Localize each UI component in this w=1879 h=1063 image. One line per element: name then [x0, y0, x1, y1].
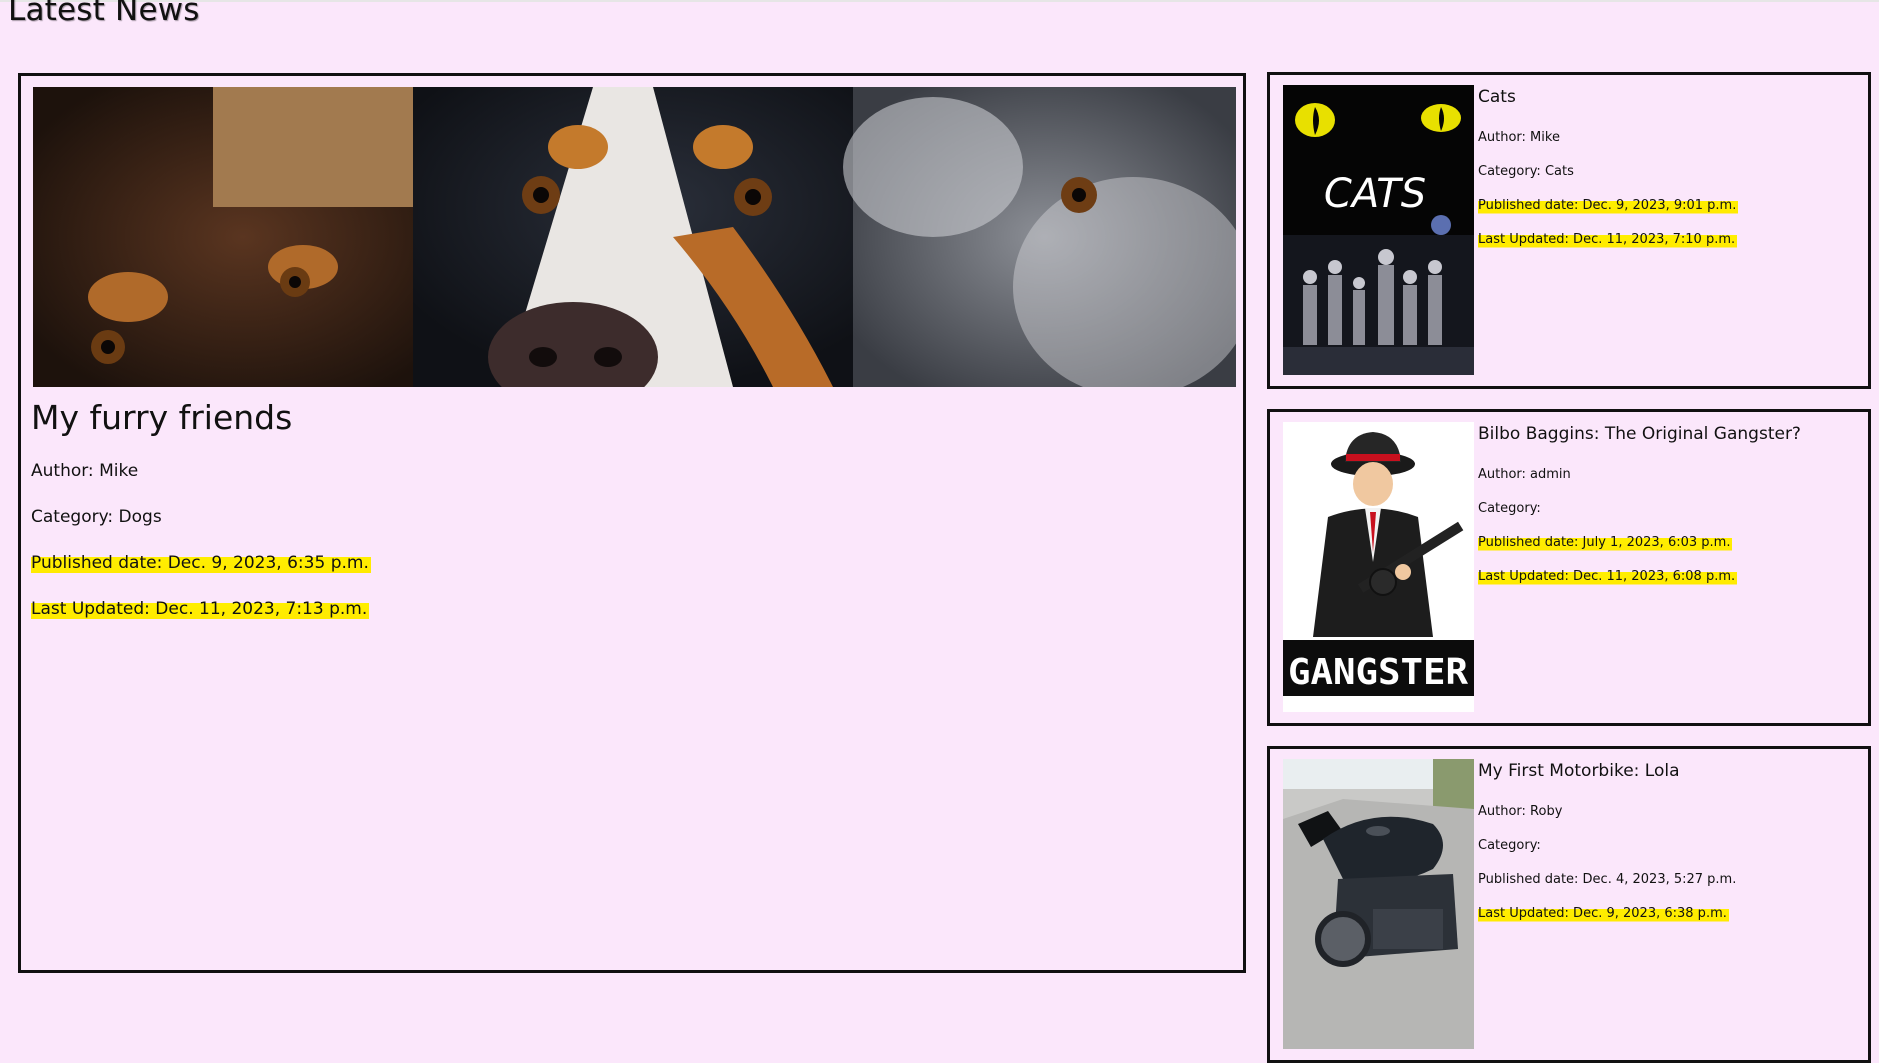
card-thumbnail[interactable]: GANGSTER	[1283, 422, 1474, 712]
card-category: Category:	[1478, 838, 1541, 853]
card-category: Category: Cats	[1478, 164, 1574, 179]
featured-category: Category: Dogs	[31, 507, 162, 527]
cats-poster-icon: CATS	[1283, 85, 1474, 375]
card-title[interactable]: Cats	[1478, 87, 1516, 107]
article-card-cats[interactable]: CATS Cats Author: Mike Category: Cats Pu…	[1267, 72, 1871, 389]
dogs-photo-icon	[33, 87, 1236, 387]
featured-author: Author: Mike	[31, 461, 139, 481]
card-published-date: Published date: Dec. 4, 2023, 5:27 p.m.	[1478, 872, 1737, 887]
svg-text:GANGSTER: GANGSTER	[1288, 652, 1468, 693]
card-last-updated: Last Updated: Dec. 11, 2023, 7:10 p.m.	[1478, 232, 1738, 249]
gangster-illustration-icon: GANGSTER	[1283, 422, 1474, 712]
card-last-updated: Last Updated: Dec. 9, 2023, 6:38 p.m.	[1478, 906, 1729, 923]
motorbike-photo-icon	[1283, 759, 1474, 1049]
featured-last-updated: Last Updated: Dec. 11, 2023, 7:13 p.m.	[31, 599, 370, 621]
featured-title[interactable]: My furry friends	[31, 398, 292, 437]
article-card-motorbike[interactable]: My First Motorbike: Lola Author: Roby Ca…	[1267, 746, 1871, 1063]
page-title: Latest News	[8, 0, 200, 28]
card-category: Category:	[1478, 501, 1541, 516]
card-thumbnail[interactable]	[1283, 759, 1474, 1049]
featured-published-date: Published date: Dec. 9, 2023, 6:35 p.m.	[31, 553, 371, 575]
article-card-bilbo-baggins[interactable]: GANGSTER Bilbo Baggins: The Original Gan…	[1267, 409, 1871, 726]
card-author: Author: Mike	[1478, 130, 1560, 145]
top-divider	[0, 0, 1879, 2]
card-title[interactable]: Bilbo Baggins: The Original Gangster?	[1478, 424, 1801, 444]
card-author: Author: Roby	[1478, 804, 1563, 819]
featured-article[interactable]: My furry friends Author: Mike Category: …	[18, 73, 1246, 973]
card-title[interactable]: My First Motorbike: Lola	[1478, 761, 1680, 781]
card-thumbnail[interactable]: CATS	[1283, 85, 1474, 375]
featured-image[interactable]	[33, 87, 1236, 387]
card-author: Author: admin	[1478, 467, 1571, 482]
card-last-updated: Last Updated: Dec. 11, 2023, 6:08 p.m.	[1478, 569, 1738, 586]
card-published-date: Published date: Dec. 9, 2023, 9:01 p.m.	[1478, 198, 1739, 215]
svg-text:CATS: CATS	[1324, 171, 1426, 217]
card-published-date: Published date: July 1, 2023, 6:03 p.m.	[1478, 535, 1733, 552]
